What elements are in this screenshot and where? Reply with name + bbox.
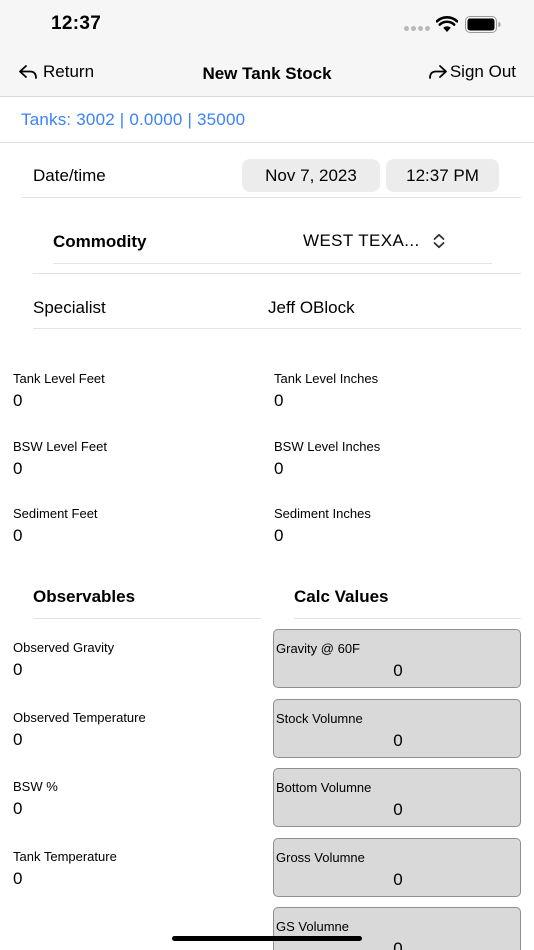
sign-out-button[interactable]: Sign Out [428, 62, 516, 82]
calc-box-label: GS Volumne [276, 919, 349, 934]
status-time: 12:37 [51, 13, 102, 34]
wifi-icon [436, 16, 458, 32]
commodity-label: Commodity [53, 232, 147, 251]
divider [294, 618, 521, 619]
bsw-percent-input[interactable]: 0 [13, 799, 22, 819]
tank-level-feet-input[interactable]: 0 [13, 391, 22, 411]
calc-box-value: 0 [393, 731, 403, 750]
calc-box-label: Bottom Volumne [276, 780, 372, 795]
commodity-select[interactable]: WEST TEXA... [303, 231, 446, 251]
commodity-value: WEST TEXA... [303, 231, 420, 250]
bsw-level-feet-label: BSW Level Feet [13, 439, 107, 454]
observables-heading: Observables [33, 587, 136, 606]
calc-box-value: 0 [393, 800, 403, 819]
calc-box-label: Stock Volumne [276, 711, 363, 726]
calc-gross-volume-box: Gross Volumne 0 [273, 838, 521, 897]
tank-level-inches-label: Tank Level Inches [274, 371, 379, 386]
observed-temperature-input[interactable]: 0 [13, 730, 22, 750]
sign-out-label: Sign Out [449, 62, 516, 81]
cellular-signal-icon [404, 26, 430, 32]
date-picker[interactable]: Nov 7, 2023 [242, 159, 380, 192]
sediment-inches-input[interactable]: 0 [274, 526, 283, 546]
sediment-inches-label: Sediment Inches [274, 506, 371, 521]
sediment-feet-input[interactable]: 0 [13, 526, 22, 546]
divider [33, 618, 261, 619]
divider [21, 197, 521, 198]
calc-box-value: 0 [393, 870, 403, 889]
datetime-label: Date/time [33, 166, 106, 185]
calc-values-heading: Calc Values [294, 587, 389, 606]
bsw-level-inches-label: BSW Level Inches [274, 439, 381, 454]
sediment-feet-label: Sediment Feet [13, 506, 98, 521]
tanks-summary: Tanks: 3002 | 0.0000 | 35000 [21, 110, 246, 129]
tank-temperature-label: Tank Temperature [13, 849, 117, 864]
tank-level-inches-input[interactable]: 0 [274, 391, 283, 411]
status-bar: 12:37 [0, 0, 534, 50]
bsw-level-inches-input[interactable]: 0 [274, 459, 283, 479]
divider [33, 273, 521, 274]
specialist-label: Specialist [33, 298, 106, 317]
calc-box-value: 0 [393, 661, 403, 680]
calc-bottom-volume-box: Bottom Volumne 0 [273, 768, 521, 827]
divider [0, 142, 534, 143]
tank-level-feet-label: Tank Level Feet [13, 371, 105, 386]
home-indicator[interactable] [172, 936, 362, 941]
battery-icon [465, 16, 501, 33]
bsw-percent-label: BSW % [13, 779, 58, 794]
calc-gravity-60f-box: Gravity @ 60F 0 [273, 629, 521, 688]
time-picker[interactable]: 12:37 PM [386, 159, 499, 192]
bsw-level-feet-input[interactable]: 0 [13, 459, 22, 479]
divider [33, 328, 521, 329]
calc-gs-volume-box: GS Volumne 0 [273, 907, 521, 950]
observed-gravity-input[interactable]: 0 [13, 660, 22, 680]
tank-temperature-input[interactable]: 0 [13, 869, 22, 889]
divider [53, 263, 492, 264]
share-arrow-icon [428, 65, 447, 79]
observed-gravity-label: Observed Gravity [13, 640, 115, 655]
calc-box-label: Gravity @ 60F [276, 641, 360, 656]
observed-temperature-label: Observed Temperature [13, 710, 146, 725]
navigation-bar: Return New Tank Stock Sign Out [0, 50, 534, 97]
chevron-up-down-icon [433, 233, 444, 249]
calc-box-label: Gross Volumne [276, 850, 365, 865]
calc-stock-volume-box: Stock Volumne 0 [273, 699, 521, 758]
specialist-value: Jeff OBlock [268, 298, 355, 317]
